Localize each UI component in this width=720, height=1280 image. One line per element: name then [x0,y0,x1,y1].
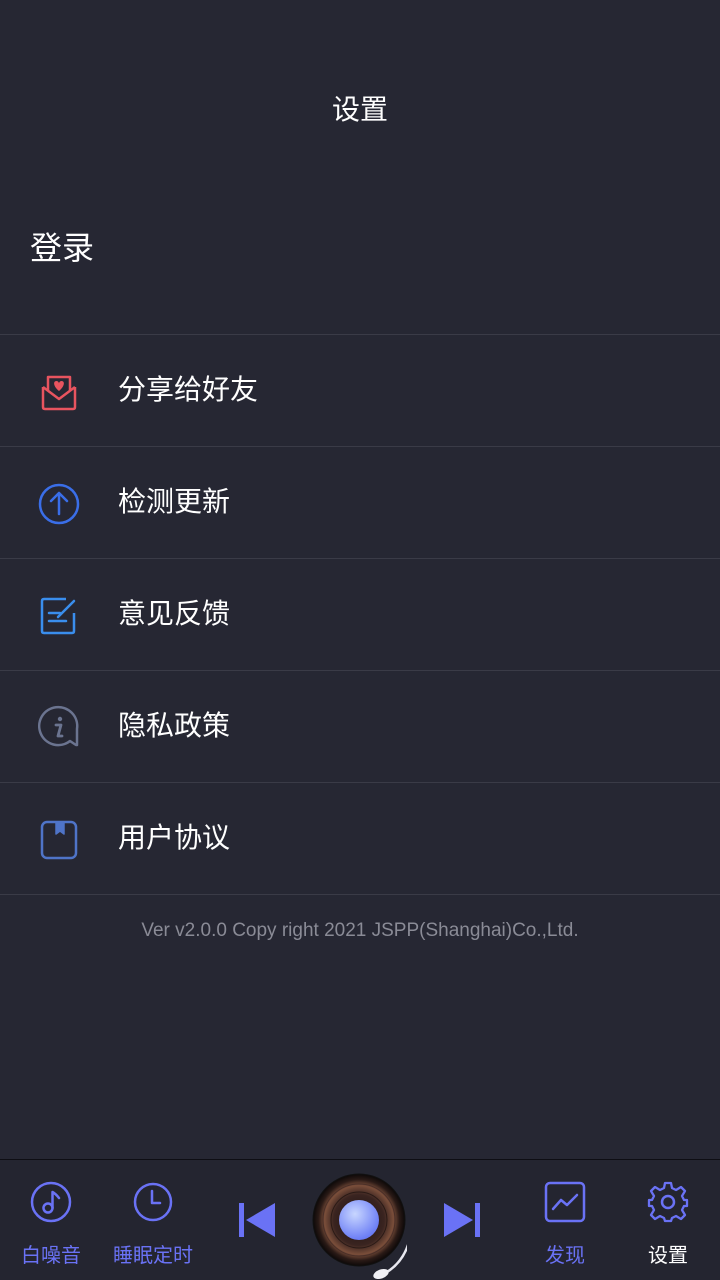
upload-arrow-circle-icon [36,481,82,527]
bookmark-doc-icon [36,817,82,863]
menu-item-agreement[interactable]: 用户协议 [0,783,720,895]
bottom-navigation: 白噪音 睡眠定时 发现 设置 [0,1159,720,1280]
tab-white-noise[interactable]: 白噪音 [0,1160,102,1280]
menu-item-label: 检测更新 [118,485,231,518]
skip-previous-icon[interactable] [236,1200,276,1240]
menu-item-label: 用户协议 [118,821,231,854]
menu-item-label: 隐私政策 [118,709,231,742]
tab-sleep-timer[interactable]: 睡眠定时 [102,1160,204,1280]
tab-label: 设置 [648,1243,688,1267]
tab-label: 发现 [545,1243,585,1267]
version-text: Ver v2.0.0 Copy right 2021 JSPP(Shanghai… [141,920,579,941]
info-chat-icon [36,705,82,751]
chart-trend-icon [543,1180,587,1224]
menu-item-label: 分享给好友 [118,373,259,406]
skip-next-icon[interactable] [443,1200,483,1240]
login-button[interactable]: 登录 [30,224,94,272]
music-note-icon [29,1180,73,1224]
vinyl-record-icon[interactable] [311,1172,407,1280]
menu-item-privacy[interactable]: 隐私政策 [0,671,720,783]
settings-menu: 分享给好友 检测更新 意见反馈 隐私政策 用户协议 [0,334,720,895]
menu-item-label: 意见反馈 [118,597,231,630]
menu-item-feedback[interactable]: 意见反馈 [0,559,720,671]
page-title: 设置 [331,93,388,126]
menu-item-share[interactable]: 分享给好友 [0,335,720,447]
settings-page: 设置 登录 分享给好友 检测更新 意见反馈 隐私政策 用户协议 Ver v2.0… [0,0,720,1280]
menu-item-update[interactable]: 检测更新 [0,447,720,559]
clock-icon [131,1180,175,1224]
edit-note-icon [36,593,82,639]
tab-label: 睡眠定时 [113,1243,193,1267]
tab-settings[interactable]: 设置 [616,1160,720,1280]
tab-discover[interactable]: 发现 [514,1160,616,1280]
gear-icon [646,1180,690,1224]
tab-label: 白噪音 [21,1243,81,1267]
share-heart-mail-icon [36,369,82,415]
